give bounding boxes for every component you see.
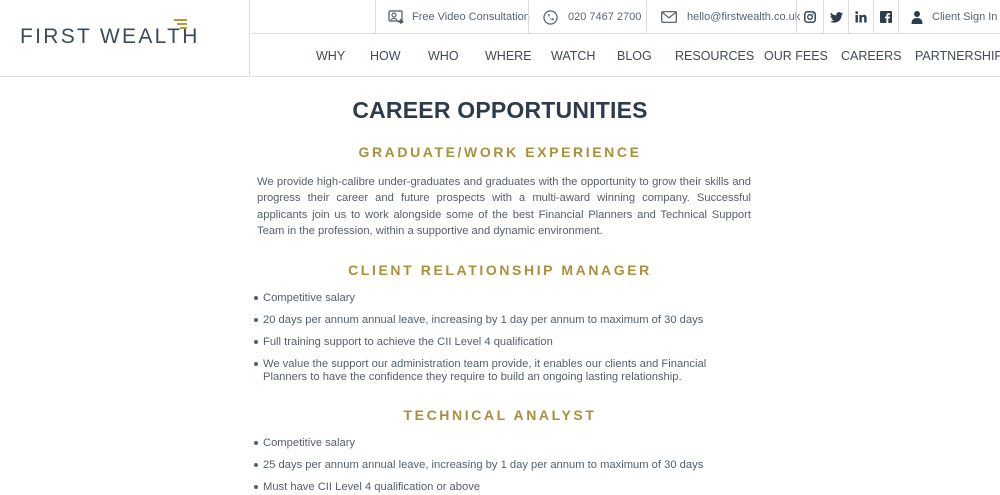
phone-icon bbox=[543, 9, 558, 25]
user-icon bbox=[911, 11, 923, 24]
nav-why[interactable]: WHY bbox=[316, 49, 345, 63]
client-sign-in-label: Client Sign In bbox=[932, 11, 998, 23]
nav-resources[interactable]: RESOURCES bbox=[675, 49, 754, 63]
email-icon bbox=[661, 11, 677, 23]
logo-text[interactable]: FIRST WEALTH bbox=[20, 25, 200, 49]
list-item: Competitive salary bbox=[253, 437, 733, 450]
list-item: 25 days per annum annual leave, increasi… bbox=[253, 459, 733, 472]
client-relationship-manager-benefits: Competitive salary 20 days per annum ann… bbox=[253, 292, 733, 393]
video-consultation-link[interactable]: Free Video Consultation bbox=[375, 0, 530, 34]
facebook-icon bbox=[880, 11, 892, 23]
linkedin-link[interactable] bbox=[848, 0, 873, 34]
video-consultation-label: Free Video Consultation bbox=[412, 11, 530, 23]
list-item: Competitive salary bbox=[253, 292, 733, 305]
client-sign-in-link[interactable]: Client Sign In bbox=[898, 0, 1000, 34]
list-item: We value the support our administration … bbox=[253, 358, 733, 383]
section-title-graduate: GRADUATE/WORK EXPERIENCE bbox=[358, 144, 642, 160]
instagram-link[interactable] bbox=[796, 0, 823, 34]
nav-how[interactable]: HOW bbox=[370, 49, 401, 63]
section-title-client-relationship-manager: CLIENT RELATIONSHIP MANAGER bbox=[348, 262, 652, 278]
graduate-description: We provide high-calibre under-graduates … bbox=[257, 176, 751, 237]
section-title-technical-analyst: TECHNICAL ANALYST bbox=[403, 407, 597, 423]
list-item: 20 days per annum annual leave, increasi… bbox=[253, 314, 733, 327]
instagram-icon bbox=[804, 11, 816, 23]
video-consultation-icon bbox=[388, 10, 404, 24]
phone-link[interactable]: 020 7467 2700 bbox=[528, 0, 646, 34]
technical-analyst-benefits: Competitive salary 25 days per annum ann… bbox=[253, 437, 733, 495]
list-item: Full training support to achieve the CII… bbox=[253, 336, 733, 349]
linkedin-icon bbox=[855, 11, 867, 23]
twitter-icon bbox=[829, 11, 843, 23]
email-label: hello@firstwealth.co.uk bbox=[687, 11, 801, 23]
email-link[interactable]: hello@firstwealth.co.uk bbox=[646, 0, 800, 34]
nav-partnerships[interactable]: PARTNERSHIPS bbox=[915, 49, 1000, 63]
page-title: CAREER OPPORTUNITIES bbox=[352, 97, 648, 123]
nav-watch[interactable]: WATCH bbox=[551, 49, 595, 63]
list-item: Must have CII Level 4 qualification or a… bbox=[253, 481, 733, 494]
nav-where[interactable]: WHERE bbox=[485, 49, 532, 63]
nav-who[interactable]: WHO bbox=[428, 49, 459, 63]
logo-area[interactable]: FIRST WEALTH bbox=[0, 0, 250, 77]
nav-blog[interactable]: BLOG bbox=[617, 49, 652, 63]
nav-our-fees[interactable]: OUR FEES bbox=[764, 49, 828, 63]
twitter-link[interactable] bbox=[823, 0, 848, 34]
nav-careers[interactable]: CAREERS bbox=[841, 49, 901, 63]
main-navigation: WHY HOW WHO WHERE WATCH BLOG RESOURCES O… bbox=[251, 35, 1000, 77]
top-utility-bar: Free Video Consultation 020 7467 2700 he… bbox=[251, 0, 1000, 34]
logo-mark-icon bbox=[174, 19, 187, 30]
facebook-link[interactable] bbox=[873, 0, 898, 34]
phone-label: 020 7467 2700 bbox=[568, 11, 642, 23]
